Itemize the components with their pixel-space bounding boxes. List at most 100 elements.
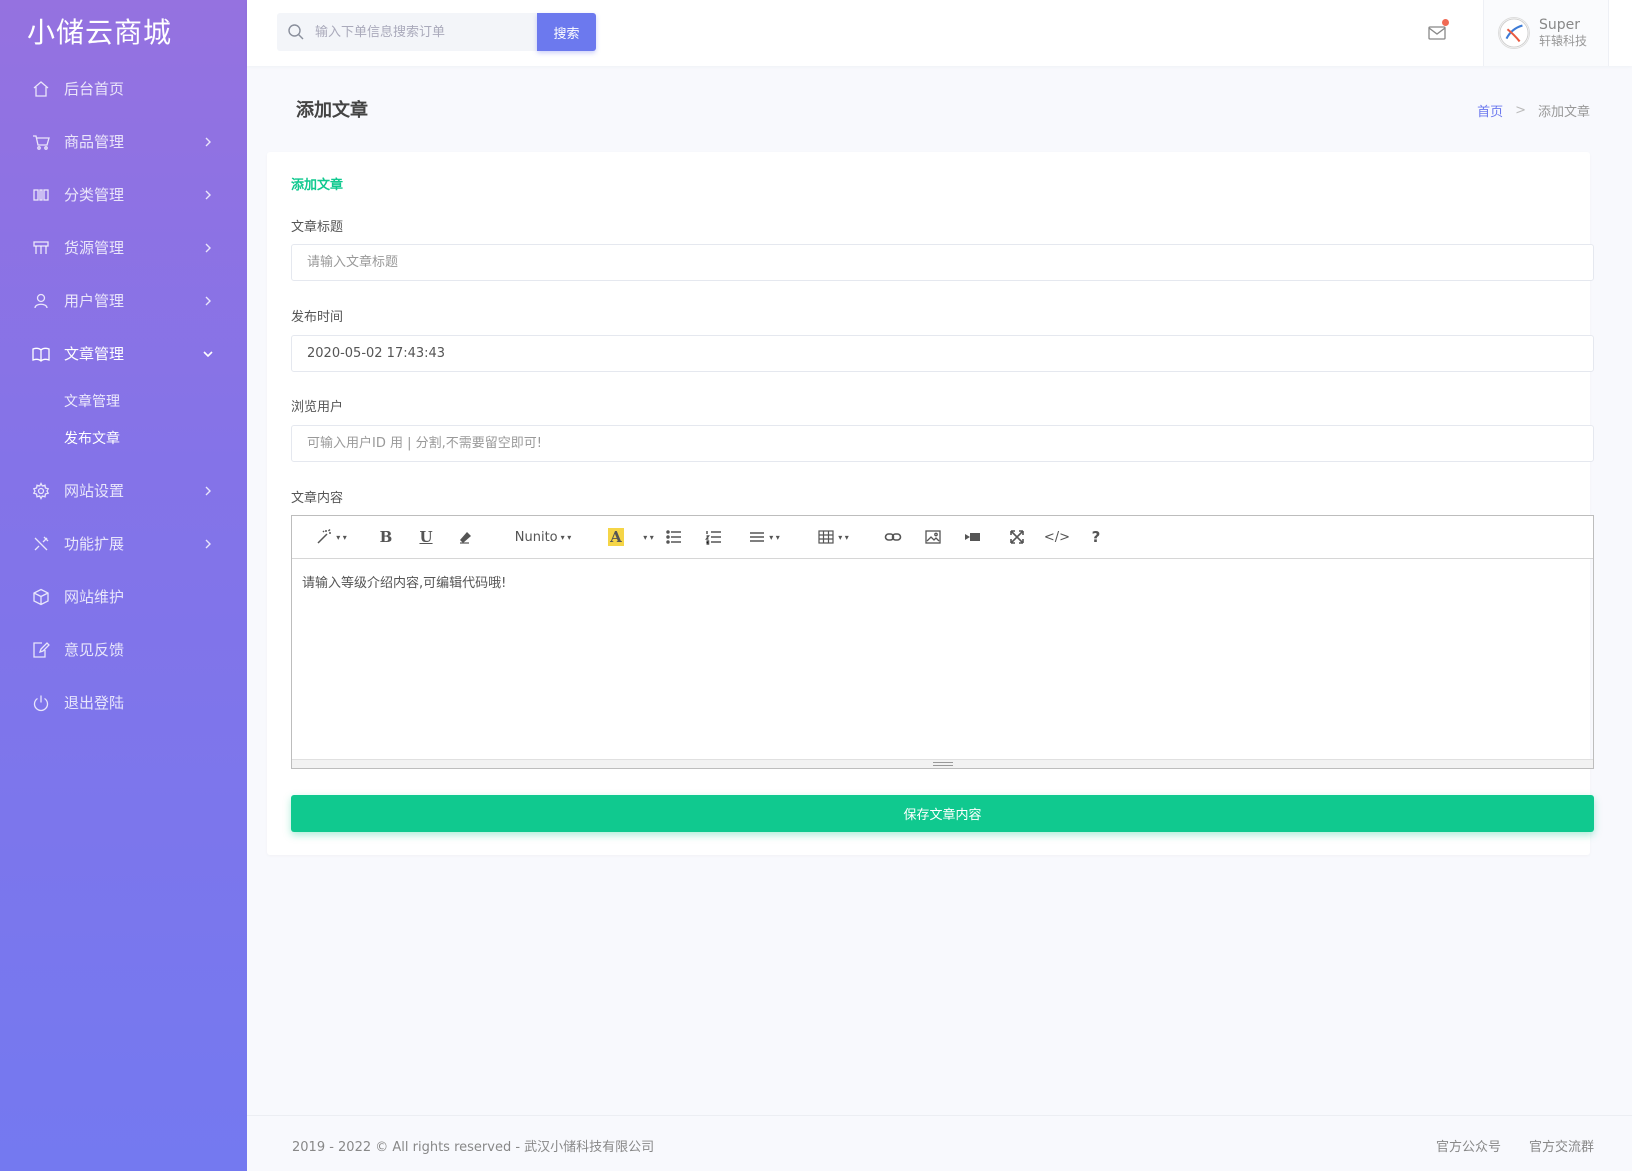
sidebar-item-label: 商品管理 [64, 133, 125, 151]
insert-image-button[interactable] [920, 523, 946, 551]
footer: 2019 - 2022 © All rights reserved - 武汉小储… [247, 1115, 1632, 1171]
sidebar-item-label: 网站设置 [64, 482, 125, 500]
search-button[interactable]: 搜索 [537, 13, 596, 51]
footer-link-community-group[interactable]: 官方交流群 [1529, 1136, 1594, 1155]
topbar: 搜索 Super 轩辕科技 [247, 0, 1632, 66]
footer-links: 官方公众号 官方交流群 [1408, 1136, 1594, 1155]
sidebar-item-label: 用户管理 [64, 292, 125, 310]
editor-content-area[interactable]: 请输入等级介绍内容,可编辑代码哦! [292, 559, 1593, 759]
article-title-input[interactable] [291, 244, 1594, 281]
paragraph-dropdown[interactable]: ▾ ▾ [742, 523, 786, 551]
save-article-button[interactable]: 保存文章内容 [291, 795, 1594, 832]
text-color-icon: A [608, 528, 624, 546]
bold-icon: B [379, 528, 393, 546]
add-article-card: 添加文章 文章标题 发布时间 浏览用户 文章内容 ▾ ▾ B U Nunito▾… [267, 152, 1594, 855]
sidebar-subitem-publish-article[interactable]: 发布文章 [0, 419, 247, 456]
chevron-right-icon [205, 539, 211, 548]
publish-time-label: 发布时间 [291, 310, 344, 325]
articles-submenu: 文章管理 发布文章 [0, 380, 247, 464]
notification-dot [1442, 19, 1449, 26]
help-button[interactable]: ? [1084, 523, 1108, 551]
fullscreen-icon [1010, 530, 1024, 544]
breadcrumb: 首页 > 添加文章 [1477, 101, 1590, 120]
grip-icon [932, 762, 953, 766]
insert-video-button[interactable] [960, 523, 986, 551]
sidebar-item-dashboard[interactable]: 后台首页 [0, 62, 247, 115]
underline-icon: U [419, 528, 433, 546]
chevron-down-icon [203, 350, 213, 357]
notifications-button[interactable] [1425, 19, 1449, 44]
sidebar-item-categories[interactable]: 分类管理 [0, 168, 247, 221]
viewer-users-input[interactable] [291, 425, 1594, 462]
brand-logo: 小储云商城 [27, 16, 173, 49]
numbered-list-button[interactable] [702, 523, 726, 551]
sidebar-item-articles[interactable]: 文章管理 [0, 327, 247, 380]
breadcrumb-current: 添加文章 [1537, 105, 1590, 120]
home-icon [33, 80, 49, 97]
underline-button[interactable]: U [412, 523, 440, 551]
insert-link-button[interactable] [880, 523, 906, 551]
sidebar-item-label: 功能扩展 [64, 535, 125, 553]
footer-link-official-account[interactable]: 官方公众号 [1436, 1136, 1501, 1155]
sidebar-item-logout[interactable]: 退出登陆 [0, 676, 247, 729]
style-dropdown[interactable]: ▾ ▾ [306, 523, 356, 551]
book-icon [32, 347, 50, 362]
image-icon [925, 530, 941, 544]
eraser-icon [460, 532, 471, 544]
editor-toolbar: ▾ ▾ B U Nunito ▾ ▾ A ▾ ▾ ▾ ▾ ▾ ▾ </> ? [292, 516, 1593, 559]
sidebar-item-site-settings[interactable]: 网站设置 [0, 464, 247, 517]
fullscreen-button[interactable] [1004, 523, 1030, 551]
chevron-right-icon [205, 296, 211, 305]
title-label: 文章标题 [291, 220, 344, 235]
numbered-list-icon [705, 531, 721, 545]
viewer-users-label: 浏览用户 [291, 400, 344, 415]
avatar [1498, 17, 1530, 49]
color-dropdown[interactable]: ▾ ▾ [634, 523, 660, 551]
align-icon [750, 532, 765, 542]
magic-wand-icon [317, 528, 332, 544]
sidebar-item-feedback[interactable]: 意见反馈 [0, 623, 247, 676]
table-dropdown[interactable]: ▾ ▾ [810, 523, 856, 551]
sidebar-item-extensions[interactable]: 功能扩展 [0, 517, 247, 570]
card-title: 添加文章 [291, 178, 344, 193]
font-family-dropdown[interactable]: Nunito ▾ ▾ [506, 523, 580, 551]
sidebar-item-label: 退出登陆 [64, 694, 125, 712]
sidebar-item-products[interactable]: 商品管理 [0, 115, 247, 168]
search-input[interactable] [315, 24, 515, 40]
gear-icon [32, 481, 50, 500]
order-search: 搜索 [277, 13, 597, 51]
sidebar-item-users[interactable]: 用户管理 [0, 274, 247, 327]
sidebar: 小储云商城 后台首页 商品管理 分类管理 货源管理 用户管理 文章管理 文章管理… [0, 0, 247, 1171]
bullet-list-icon [666, 530, 681, 544]
code-view-button[interactable]: </> [1042, 523, 1072, 551]
user-name: Super [1539, 17, 1581, 33]
edit-note-icon [33, 641, 50, 658]
video-icon [965, 533, 980, 541]
copyright-text: 2019 - 2022 © All rights reserved - 武汉小储… [292, 1140, 655, 1155]
sidebar-item-label: 分类管理 [64, 186, 125, 204]
clear-format-button[interactable] [452, 523, 480, 551]
user-company: 轩辕科技 [1539, 34, 1588, 48]
breadcrumb-home-link[interactable]: 首页 [1477, 101, 1503, 120]
rich-text-editor: ▾ ▾ B U Nunito ▾ ▾ A ▾ ▾ ▾ ▾ ▾ ▾ </> ? 请… [291, 515, 1594, 769]
grid-icon [33, 240, 49, 254]
sidebar-item-label: 网站维护 [64, 588, 125, 606]
sidebar-item-label: 意见反馈 [64, 641, 125, 659]
sidebar-item-supply[interactable]: 货源管理 [0, 221, 247, 274]
editor-resize-handle[interactable] [292, 759, 1593, 768]
text-color-button[interactable]: A [604, 523, 628, 551]
sidebar-item-maintenance[interactable]: 网站维护 [0, 570, 247, 623]
table-icon [818, 530, 834, 544]
content-label: 文章内容 [291, 491, 344, 506]
publish-time-input[interactable] [291, 335, 1594, 372]
power-icon [33, 695, 49, 711]
user-menu[interactable]: Super 轩辕科技 [1483, 0, 1609, 66]
columns-icon [33, 188, 49, 201]
sidebar-item-label: 文章管理 [64, 345, 125, 363]
sidebar-item-label: 后台首页 [64, 80, 125, 98]
bullet-list-button[interactable] [662, 523, 686, 551]
user-icon [34, 293, 48, 308]
tools-icon [34, 536, 49, 550]
bold-button[interactable]: B [372, 523, 400, 551]
sidebar-subitem-article-list[interactable]: 文章管理 [0, 382, 247, 419]
